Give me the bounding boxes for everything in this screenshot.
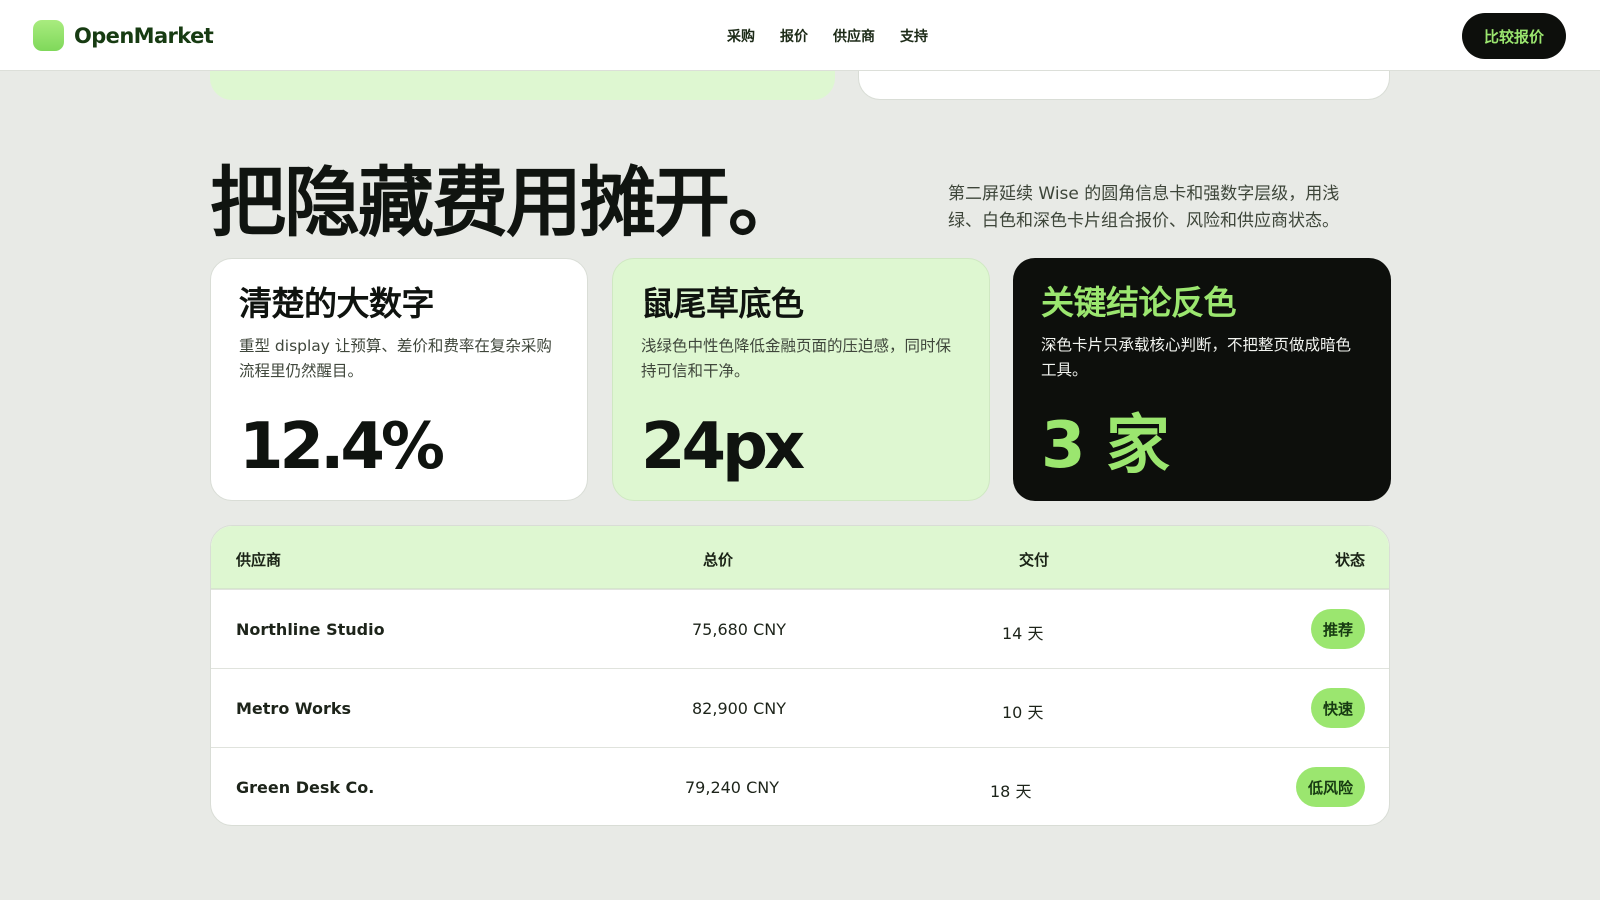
stat-card-sage-background: 鼠尾草底色 浅绿色中性色降低金融页面的压迫感，同时保持可信和干净。 24px	[612, 258, 990, 501]
section-description: 第二屏延续 Wise 的圆角信息卡和强数字层级，用浅绿、白色和深色卡片组合报价、…	[948, 184, 1340, 231]
status-badge: 快速	[1310, 688, 1365, 728]
table-row[interactable]: Northline Studio 75,680 CNY 14 天 推荐	[211, 589, 1389, 668]
nav-item-support[interactable]: 支持	[900, 26, 928, 46]
nav-item-suppliers[interactable]: 供应商	[833, 26, 875, 46]
column-header-total[interactable]: 总价	[703, 549, 733, 570]
stat-card-value: 12.4%	[239, 410, 445, 484]
brand-name: OpenMarket	[74, 23, 214, 48]
nav-item-quotes[interactable]: 报价	[780, 26, 808, 46]
supplier-name[interactable]: Northline Studio	[236, 620, 385, 639]
table-header: 供应商 总价 交付 状态	[211, 526, 1389, 589]
status-badge: 低风险	[1295, 767, 1365, 807]
delivery-time: 18 天	[990, 782, 1032, 801]
stat-card-value: 24px	[641, 410, 805, 484]
brand-logo[interactable]: OpenMarket	[33, 20, 214, 51]
delivery-time: 14 天	[1002, 624, 1044, 643]
column-header-supplier[interactable]: 供应商	[236, 549, 281, 570]
column-header-status[interactable]: 状态	[1335, 549, 1365, 570]
total-price: 75,680 CNY	[692, 620, 786, 639]
delivery-time: 10 天	[1002, 703, 1044, 722]
stat-card-title: 鼠尾草底色	[641, 284, 804, 323]
main-nav: 采购 报价 供应商 支持	[727, 26, 953, 46]
brand-logo-icon	[33, 20, 64, 51]
stat-card-description: 浅绿色中性色降低金融页面的压迫感，同时保持可信和干净。	[641, 337, 952, 380]
compare-quotes-button[interactable]: 比较报价	[1462, 13, 1566, 59]
top-navigation-bar: OpenMarket 采购 报价 供应商 支持 比较报价	[0, 0, 1600, 71]
supplier-name[interactable]: Metro Works	[236, 699, 351, 718]
supplier-name[interactable]: Green Desk Co.	[236, 778, 374, 797]
stat-card-title: 清楚的大数字	[239, 284, 435, 323]
stat-card-description: 重型 display 让预算、差价和费率在复杂采购流程里仍然醒目。	[239, 337, 552, 380]
table-row[interactable]: Metro Works 82,900 CNY 10 天 快速	[211, 668, 1389, 747]
stat-card-big-numbers: 清楚的大数字 重型 display 让预算、差价和费率在复杂采购流程里仍然醒目。…	[210, 258, 588, 501]
stat-card-title: 关键结论反色	[1041, 283, 1237, 322]
total-price: 82,900 CNY	[692, 699, 786, 718]
total-price: 79,240 CNY	[685, 778, 779, 797]
status-badge: 推荐	[1310, 609, 1365, 649]
section-title: 把隐藏费用摊开。	[210, 158, 804, 247]
nav-item-procurement[interactable]: 采购	[727, 26, 755, 46]
supplier-comparison-table: 供应商 总价 交付 状态 Northline Studio 75,680 CNY…	[210, 525, 1390, 826]
stat-card-description: 深色卡片只承载核心判断，不把整页做成暗色工具。	[1041, 336, 1352, 379]
table-row[interactable]: Green Desk Co. 79,240 CNY 18 天 低风险	[211, 747, 1389, 825]
stat-card-key-conclusion: 关键结论反色 深色卡片只承载核心判断，不把整页做成暗色工具。 3 家	[1013, 258, 1391, 501]
stat-card-value: 3 家	[1041, 409, 1170, 483]
column-header-delivery[interactable]: 交付	[1019, 549, 1049, 570]
